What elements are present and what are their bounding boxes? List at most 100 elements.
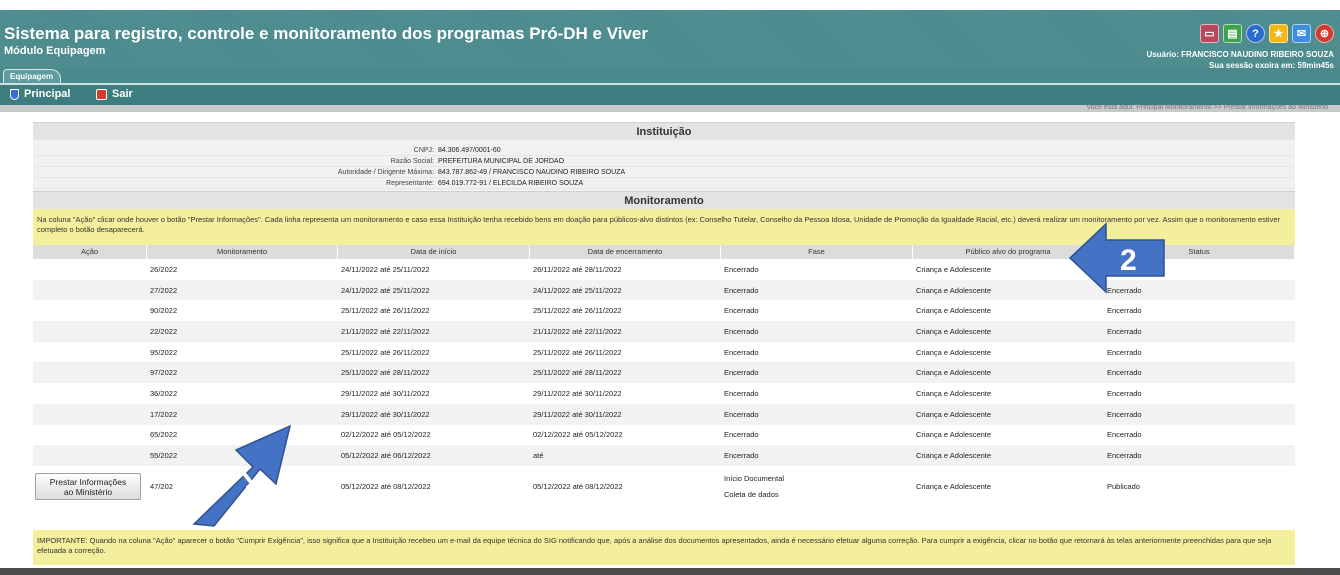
cell-data-inicio: 25/11/2022 até 26/11/2022	[341, 347, 430, 357]
cell-monitoramento: 90/2022	[150, 306, 178, 316]
info-value: 84.306.497/0001-60	[438, 147, 501, 154]
cell-data-inicio: 05/12/2022 até 06/12/2022	[341, 451, 431, 461]
prestar-informacoes-button[interactable]: Prestar Informações ao Ministério	[35, 472, 141, 500]
info-label: Representante:	[386, 180, 434, 187]
button-line: ao Ministério	[63, 487, 113, 498]
cell-fase: Encerrado	[724, 347, 759, 357]
cell-publico-alvo: Criança e Adolescente	[916, 347, 992, 357]
cell-publico-alvo: Criança e Adolescente	[916, 481, 992, 491]
cell-data-encerramento: até	[533, 451, 544, 461]
info-value: 694.019.772-91 / ELECILDA RIBEIRO SOUZA	[438, 180, 584, 187]
document-icon[interactable]: ▤	[1223, 24, 1242, 43]
info-label: CNPJ:	[413, 147, 434, 154]
cell-status: Encerrado	[1107, 388, 1142, 398]
cell-data-encerramento: 26/11/2022 até 28/11/2022	[533, 264, 622, 274]
app-header: Sistema para registro, controle e monito…	[0, 10, 1340, 70]
cell-monitoramento: 27/2022	[150, 285, 178, 295]
cell-data-encerramento: 29/11/2022 até 30/11/2022	[533, 409, 622, 419]
cell-data-encerramento: 25/11/2022 até 26/11/2022	[533, 306, 622, 316]
cell-status: Publicado	[1107, 481, 1140, 491]
cell-publico-alvo: Criança e Adolescente	[916, 451, 992, 461]
cell-data-inicio: 21/11/2022 até 22/11/2022	[341, 326, 430, 336]
cell-data-inicio: 25/11/2022 até 26/11/2022	[341, 306, 430, 316]
table-row: 97/2022 25/11/2022 até 28/11/2022 25/11/…	[33, 362, 1295, 384]
cell-data-encerramento: 02/12/2022 até 05/12/2022	[533, 430, 623, 440]
cell-data-inicio: 02/12/2022 até 05/12/2022	[341, 430, 431, 440]
cell-data-encerramento: 24/11/2022 até 25/11/2022	[533, 285, 622, 295]
cell-status: Encerrado	[1107, 347, 1142, 357]
cell-data-inicio: 29/11/2022 até 30/11/2022	[341, 388, 430, 398]
bottom-bar	[0, 568, 1340, 575]
menu-principal-label: Principal	[24, 88, 71, 100]
cell-data-inicio: 29/11/2022 até 30/11/2022	[341, 409, 430, 419]
cell-publico-alvo: Criança e Adolescente	[916, 388, 992, 398]
cell-publico-alvo: Criança e Adolescente	[916, 368, 992, 378]
fase-line: Início Documental	[724, 473, 785, 483]
cell-publico-alvo: Criança e Adolescente	[916, 306, 992, 316]
annotation-arrow-1: 1	[192, 424, 292, 527]
cell-fase: Encerrado	[724, 264, 759, 274]
lifebuoy-icon[interactable]: ⊕	[1315, 24, 1334, 43]
system-title: Sistema para registro, controle e monito…	[4, 24, 648, 43]
cell-data-encerramento: 29/11/2022 até 30/11/2022	[533, 388, 622, 398]
mail-icon[interactable]: ✉	[1292, 24, 1311, 43]
cell-status: Encerrado	[1107, 409, 1142, 419]
help-icon[interactable]: ?	[1246, 24, 1265, 43]
menu-principal[interactable]: Principal	[10, 88, 70, 100]
top-band	[0, 0, 1340, 10]
cell-data-encerramento: 05/12/2022 até 08/12/2022	[533, 481, 623, 491]
table-row: 36/2022 29/11/2022 até 30/11/2022 29/11/…	[33, 383, 1295, 404]
id-card-icon[interactable]: ▭	[1200, 24, 1219, 43]
col-data-inicio: Data de início	[338, 245, 530, 259]
info-row-representante: Representante: 694.019.772-91 / ELECILDA…	[33, 178, 1295, 189]
cell-data-inicio: 24/11/2022 até 25/11/2022	[341, 285, 430, 295]
fase-line: Coleta de dados	[724, 489, 779, 499]
header-icons: ▭ ▤ ? ★ ✉ ⊕	[1200, 24, 1334, 43]
col-fase: Fase	[721, 245, 913, 259]
menu-bar: Principal Sair	[0, 83, 1340, 105]
cell-monitoramento: 97/2022	[150, 368, 178, 378]
cell-publico-alvo: Criança e Adolescente	[916, 430, 992, 440]
cell-publico-alvo: Criança e Adolescente	[916, 409, 992, 419]
cell-monitoramento: 26/2022	[150, 264, 178, 274]
col-data-encerramento: Data de encerramento	[530, 245, 721, 259]
cell-data-inicio: 25/11/2022 até 28/11/2022	[341, 368, 430, 378]
cell-publico-alvo: Criança e Adolescente	[916, 326, 992, 336]
col-monitoramento: Monitoramento	[147, 245, 338, 259]
power-icon	[96, 88, 107, 100]
cell-fase: Encerrado	[724, 368, 759, 378]
monitoramento-heading: Monitoramento	[33, 191, 1295, 209]
table-row: 22/2022 21/11/2022 até 22/11/2022 21/11/…	[33, 321, 1295, 342]
tab-equipagem[interactable]: Equipagem	[3, 69, 61, 83]
info-label: Razão Social:	[390, 158, 434, 165]
col-acao: Ação	[33, 245, 147, 259]
cell-monitoramento: 22/2022	[150, 326, 178, 336]
instituicao-heading: Instituição	[33, 122, 1295, 140]
cell-data-inicio: 24/11/2022 até 25/11/2022	[341, 264, 430, 274]
menu-sair-label: Sair	[112, 88, 133, 100]
cell-data-inicio: 05/12/2022 até 08/12/2022	[341, 481, 431, 491]
info-row-razao-social: Razão Social: PREFEITURA MUNICIPAL DE JO…	[33, 156, 1295, 167]
menu-sair[interactable]: Sair	[96, 88, 133, 100]
module-title: Módulo Equipagem	[4, 45, 106, 57]
info-value: PREFEITURA MUNICIPAL DE JORDAO	[438, 158, 565, 165]
cell-status: Encerrado	[1107, 368, 1142, 378]
cell-fase: Encerrado	[724, 430, 759, 440]
cell-status: Encerrado	[1107, 306, 1142, 316]
info-value: 843.787.862-49 / FRANCISCO NAUDINO RIBEI…	[438, 169, 626, 176]
table-row: 95/2022 25/11/2022 até 26/11/2022 25/11/…	[33, 342, 1295, 363]
user-info: Usuário: FRANCISCO NAUDINO RIBEIRO SOUZA	[1146, 50, 1334, 59]
cell-fase: Encerrado	[724, 451, 759, 461]
cell-status: Encerrado	[1107, 451, 1142, 461]
tab-row: Equipagem	[0, 68, 1340, 83]
cell-monitoramento: 95/2022	[150, 347, 178, 357]
table-row: 90/2022 25/11/2022 até 26/11/2022 25/11/…	[33, 300, 1295, 321]
cell-data-encerramento: 25/11/2022 até 26/11/2022	[533, 347, 622, 357]
cell-fase: Encerrado	[724, 409, 759, 419]
info-row-cnpj: CNPJ: 84.306.497/0001-60	[33, 145, 1295, 156]
important-notice: IMPORTANTE: Quando na coluna "Ação" apar…	[33, 530, 1295, 565]
breadcrumb: Você está aqui: Principal Monitoramento …	[1086, 104, 1328, 111]
cell-acao: Prestar Informações ao Ministério	[33, 472, 147, 500]
star-icon[interactable]: ★	[1269, 24, 1288, 43]
cell-data-encerramento: 21/11/2022 até 22/11/2022	[533, 326, 622, 336]
